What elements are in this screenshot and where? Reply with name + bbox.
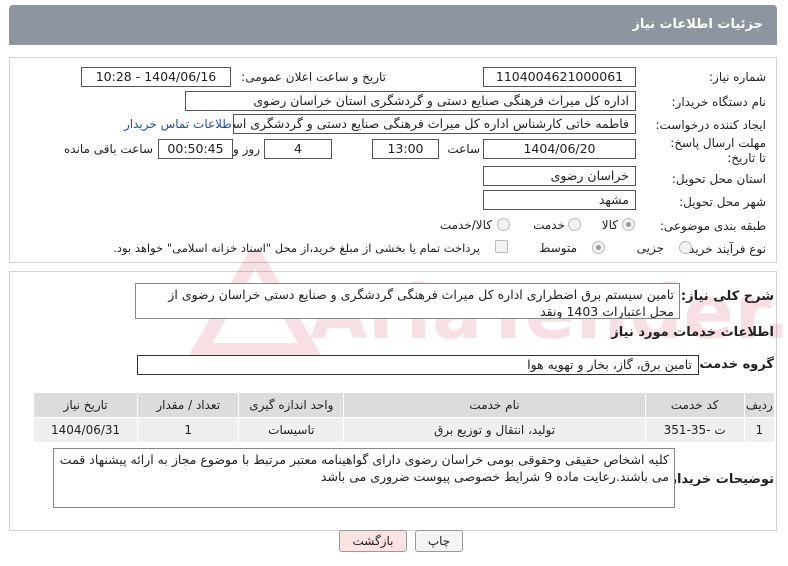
time-label: ساعت — [447, 142, 480, 156]
services-section-title: اطلاعات خدمات مورد نیاز — [611, 325, 774, 340]
announce-field: 1404/06/16 - 10:28 — [81, 67, 231, 87]
creator-field: فاطمه خاتی کارشناس اداره کل میراث فرهنگی… — [233, 114, 636, 134]
category-option-goods-service: کالا/خدمت — [439, 218, 492, 232]
process-option-minor: جزیی — [636, 241, 664, 255]
remaining-label: ساعت باقی مانده — [63, 142, 153, 156]
days-field: 4 — [264, 139, 332, 159]
treasury-checkbox[interactable] — [495, 240, 508, 253]
category-radio-goods[interactable] — [622, 218, 635, 231]
col-service-name: نام خدمت — [343, 392, 646, 418]
page-header: جزئیات اطلاعات نیاز — [9, 5, 777, 45]
back-button[interactable]: بازگشت — [339, 530, 407, 552]
service-group-label: گروه خدمت: — [694, 357, 774, 372]
city-field: مشهد — [483, 190, 636, 210]
category-radio-goods-service[interactable] — [497, 218, 510, 231]
process-option-medium: متوسط — [539, 241, 577, 255]
buyer-notes-label: توضیحات خریدار: — [664, 472, 774, 487]
days-label: روز و — [233, 142, 260, 156]
print-button[interactable]: چاپ — [415, 530, 463, 552]
col-unit: واحد اندازه گیری — [238, 392, 345, 418]
creator-label: ایجاد کننده درخواست: — [655, 118, 766, 132]
cell-need-date: 1404/06/31 — [32, 417, 139, 443]
service-group-field: تامین برق، گاز، بخار و تهویه هوا — [137, 355, 699, 375]
category-option-service: خدمت — [533, 218, 565, 232]
category-option-goods: کالا — [601, 218, 618, 232]
need-number-field: 1104004621000061 — [483, 67, 636, 87]
buyer-contact-link[interactable]: اطلاعات تماس خریدار — [124, 117, 235, 131]
category-radio-service[interactable] — [568, 218, 581, 231]
process-label: نوع فرآیند خرید : — [681, 242, 766, 256]
summary-label: شرح کلی نیاز: — [680, 289, 774, 304]
table-row: 1 ت -35-351 تولید، انتقال و توزیع برق تا… — [32, 417, 776, 443]
buyer-field: اداره کل میراث فرهنگی صنایع دستی و گردشگ… — [185, 91, 636, 111]
summary-textarea: تامین سیستم برق اضطراری اداره کل میراث ف… — [135, 283, 680, 319]
announce-label: تاریخ و ساعت اعلان عمومی: — [241, 70, 386, 84]
payment-note: پرداخت تمام یا بخشی از مبلغ خرید،از محل … — [113, 241, 480, 255]
buyer-label: نام دستگاه خریدار: — [671, 95, 767, 109]
process-radio-medium[interactable] — [592, 241, 605, 254]
cell-service-code: ت -35-351 — [644, 417, 745, 443]
deadline-label: مهلت ارسال پاسخ: تا تاریخ: — [666, 136, 766, 166]
services-table: ردیف کد خدمت نام خدمت واحد اندازه گیری ت… — [32, 392, 776, 443]
process-radio-minor[interactable] — [679, 241, 692, 254]
col-quantity: تعداد / مقدار — [137, 392, 240, 418]
province-label: استان محل تحویل: — [671, 172, 766, 186]
col-service-code: کد خدمت — [644, 392, 745, 418]
deadline-date-field: 1404/06/20 — [483, 139, 636, 159]
city-label: شهر محل تحویل: — [679, 195, 766, 209]
deadline-time-field: 13:00 — [372, 139, 439, 159]
need-number-label: شماره نیاز: — [709, 70, 766, 84]
col-need-date: تاریخ نیاز — [32, 392, 139, 418]
cell-quantity: 1 — [137, 417, 240, 443]
buyer-notes-textarea: کلیه اشخاص حقیقی وحقوقی بومی خراسان رضوی… — [53, 448, 675, 508]
table-header-row: ردیف کد خدمت نام خدمت واحد اندازه گیری ت… — [32, 392, 776, 418]
province-field: خراسان رضوی — [483, 166, 636, 186]
remaining-time-field: 00:50:45 — [158, 139, 233, 159]
cell-unit: تاسیسات — [238, 417, 345, 443]
cell-row: 1 — [743, 417, 776, 443]
cell-service-name: تولید، انتقال و توزیع برق — [343, 417, 646, 443]
category-label: طبقه بندی موضوعی: — [659, 219, 766, 233]
page-title: جزئیات اطلاعات نیاز — [632, 17, 763, 32]
col-row: ردیف — [743, 392, 776, 418]
deadline-label-text: مهلت ارسال پاسخ: تا تاریخ: — [670, 136, 766, 165]
